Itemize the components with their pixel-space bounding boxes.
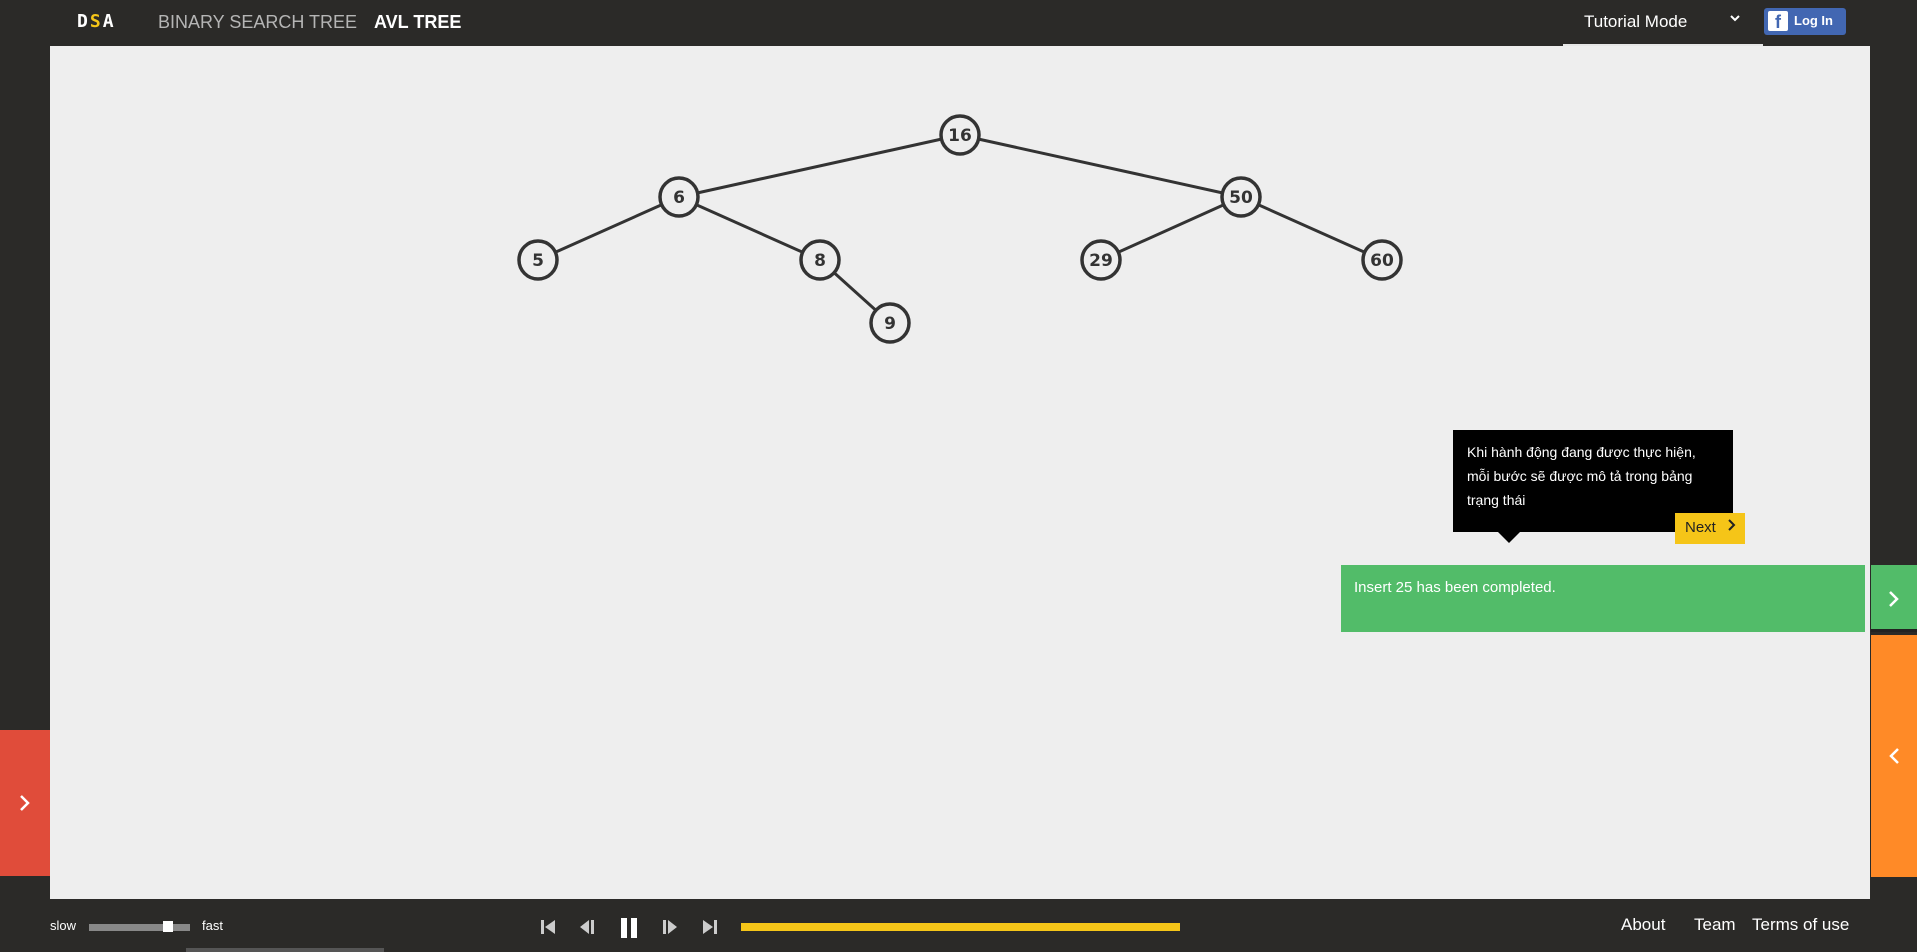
footer-team-link[interactable]: Team bbox=[1694, 915, 1736, 935]
chevron-right-icon bbox=[1727, 518, 1737, 537]
tutorial-text: Khi hành động đang được thực hiện, mỗi b… bbox=[1467, 444, 1696, 508]
tree-node[interactable]: 50 bbox=[1220, 176, 1262, 218]
tree-node-value: 9 bbox=[884, 314, 896, 334]
nav-avl-tree[interactable]: AVL TREE bbox=[374, 12, 461, 33]
logo-s: S bbox=[89, 11, 103, 32]
tree-edge bbox=[537, 195, 680, 262]
tree-node[interactable]: 9 bbox=[869, 302, 911, 344]
mode-select-value: Tutorial Mode bbox=[1584, 12, 1688, 31]
tree-node[interactable]: 60 bbox=[1361, 239, 1403, 281]
speed-slider[interactable] bbox=[89, 924, 190, 931]
scroll-indicator bbox=[186, 948, 384, 952]
chevron-left-icon bbox=[1889, 748, 1899, 764]
go-to-end-icon[interactable] bbox=[700, 917, 722, 937]
tree-node[interactable]: 8 bbox=[799, 239, 841, 281]
tree-node-value: 60 bbox=[1370, 251, 1394, 271]
actions-panel-toggle[interactable] bbox=[0, 730, 50, 876]
chevron-down-icon bbox=[1729, 12, 1741, 28]
tree-node[interactable]: 6 bbox=[658, 176, 700, 218]
step-forward-icon[interactable] bbox=[661, 917, 683, 937]
chevron-right-icon bbox=[20, 795, 30, 811]
tree-edges bbox=[537, 133, 1383, 325]
speed-fast-label: fast bbox=[202, 918, 223, 933]
status-panel: Insert 25 has been completed. bbox=[1341, 565, 1865, 632]
logo-d: D bbox=[77, 11, 90, 32]
codetrace-panel-toggle[interactable] bbox=[1871, 635, 1917, 877]
go-to-start-icon[interactable] bbox=[540, 917, 562, 937]
step-backward-icon[interactable] bbox=[578, 917, 600, 937]
tree-node-value: 8 bbox=[814, 251, 826, 271]
chevron-right-icon bbox=[1889, 591, 1899, 607]
facebook-login-button[interactable]: f Log In bbox=[1764, 8, 1846, 35]
speed-slow-label: slow bbox=[50, 918, 77, 933]
tutorial-next-button[interactable]: Next bbox=[1675, 513, 1745, 544]
next-label: Next bbox=[1685, 519, 1716, 536]
speed-slider-handle[interactable] bbox=[163, 921, 173, 932]
tree-node-value: 29 bbox=[1089, 251, 1113, 271]
tree-node-value: 16 bbox=[948, 126, 972, 146]
tree-node[interactable]: 29 bbox=[1080, 239, 1122, 281]
tree-node-value: 6 bbox=[673, 188, 685, 208]
tree-node-value: 50 bbox=[1229, 188, 1253, 208]
logo[interactable]: DSA bbox=[77, 11, 116, 32]
status-panel-toggle[interactable] bbox=[1871, 565, 1917, 632]
animation-progress-bar[interactable] bbox=[741, 923, 1180, 931]
login-label: Log In bbox=[1794, 13, 1833, 28]
logo-a: A bbox=[102, 11, 116, 32]
tree-node[interactable]: 5 bbox=[517, 239, 559, 281]
tree-node[interactable]: 16 bbox=[939, 114, 981, 156]
tree-node-value: 5 bbox=[532, 251, 544, 271]
tree-edge bbox=[959, 133, 1242, 199]
footer-terms-link[interactable]: Terms of use bbox=[1752, 915, 1849, 935]
tree-edge bbox=[678, 195, 821, 262]
nav-binary-search-tree[interactable]: BINARY SEARCH TREE bbox=[158, 12, 357, 33]
tree-edge bbox=[678, 133, 961, 199]
footer-about-link[interactable]: About bbox=[1621, 915, 1665, 935]
top-bar: DSA BINARY SEARCH TREE AVL TREE Tutorial… bbox=[0, 0, 1917, 46]
status-text: Insert 25 has been completed. bbox=[1354, 579, 1556, 596]
facebook-icon: f bbox=[1768, 11, 1788, 32]
tree-edge bbox=[1100, 195, 1242, 262]
tree-edge bbox=[1240, 195, 1383, 262]
pause-icon[interactable] bbox=[618, 917, 640, 938]
tree-nodes: 16 6 50 5 8 9 29 60 bbox=[517, 114, 1403, 344]
mode-select[interactable]: Tutorial Mode bbox=[1563, 0, 1763, 46]
